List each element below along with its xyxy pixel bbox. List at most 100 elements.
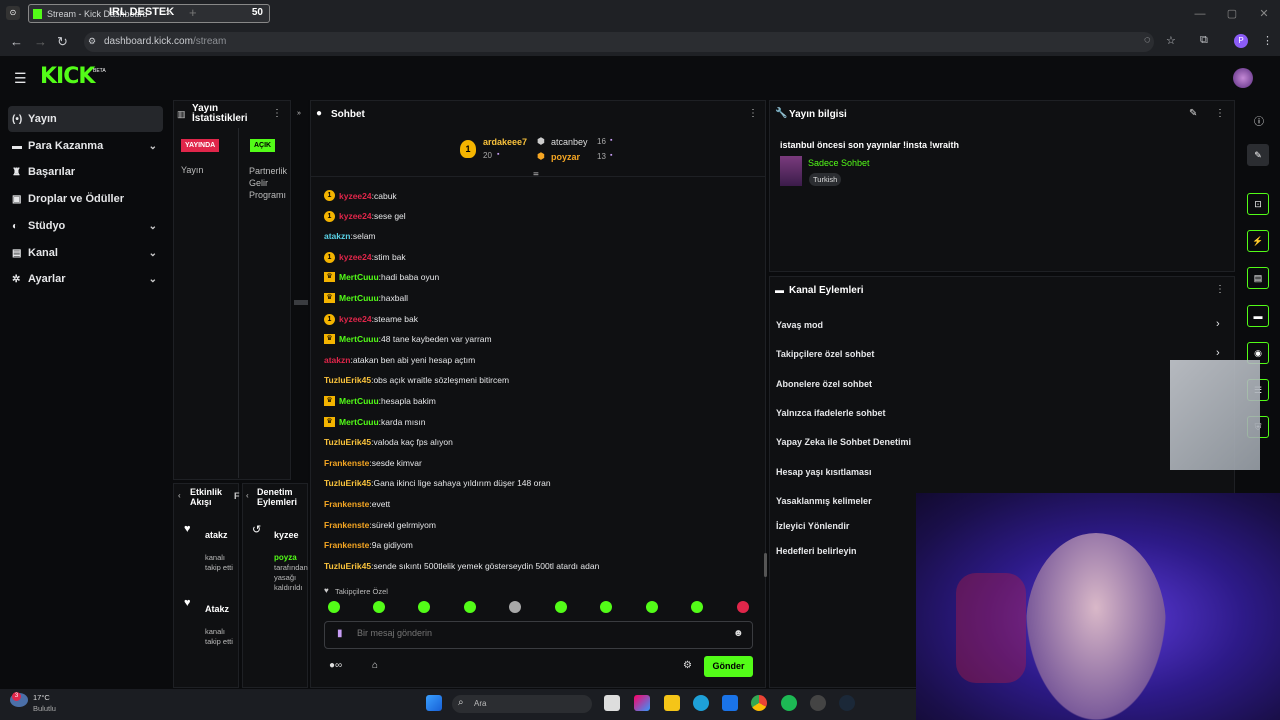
browser-tab[interactable]: Stream - Kick Dashboard IRL DESTEK × + 5… xyxy=(28,4,270,23)
edit-icon[interactable]: ✎ xyxy=(1189,108,1197,119)
chat-username[interactable]: MertCuuu xyxy=(339,334,379,344)
infinity-icon[interactable]: ●∞ xyxy=(329,660,342,671)
chat-username[interactable]: TuzluErik45 xyxy=(324,437,371,447)
user-avatar[interactable] xyxy=(1233,68,1253,88)
chat-username[interactable]: MertCuuu xyxy=(339,293,379,303)
chat-username[interactable]: MertCuuu xyxy=(339,272,379,282)
sidebar-item-studyo[interactable]: ◐ Stüdyo ⌄ xyxy=(8,213,163,239)
chat-username[interactable]: Frankenste xyxy=(324,540,369,550)
action-account-age[interactable]: Hesap yaşı kısıtlaması xyxy=(776,467,872,477)
new-tab-icon[interactable]: + xyxy=(189,5,197,20)
chat-username[interactable]: kyzee24 xyxy=(339,314,372,324)
emoji-icon[interactable]: ☻ xyxy=(733,628,744,639)
mic-icon[interactable]: ▮ xyxy=(337,628,343,639)
browser-menu-icon[interactable]: ⋮ xyxy=(1262,34,1273,47)
store-icon[interactable] xyxy=(722,695,738,711)
rail-screenshot-icon[interactable]: ⊡ xyxy=(1247,193,1269,215)
chat-menu-icon[interactable]: ⋮ xyxy=(748,108,758,119)
stream-info-menu-icon[interactable]: ⋮ xyxy=(1215,108,1225,119)
chat-username[interactable]: atakzn xyxy=(324,355,350,365)
emote-icon[interactable] xyxy=(418,601,430,613)
close-window-icon[interactable]: ✕ xyxy=(1248,0,1280,28)
chat-username[interactable]: TuzluErik45 xyxy=(324,561,371,571)
emote-icon[interactable] xyxy=(691,601,703,613)
sidebar-item-yayin[interactable]: (•) Yayın xyxy=(8,106,163,132)
info-icon[interactable]: ⓘ xyxy=(1254,113,1264,128)
chat-username[interactable]: TuzluErik45 xyxy=(324,375,371,385)
browser-profile-avatar[interactable]: P xyxy=(1234,34,1248,48)
action-set-goals[interactable]: Hedefleri belirleyin xyxy=(776,546,857,556)
channel-actions-menu-icon[interactable]: ⋮ xyxy=(1215,284,1225,295)
chat-username[interactable]: kyzee24 xyxy=(339,252,372,262)
emote-icon[interactable] xyxy=(373,601,385,613)
top-gifter-name[interactable]: poyzar xyxy=(551,152,580,162)
chat-username[interactable]: TuzluErik45 xyxy=(324,478,371,488)
minimize-icon[interactable]: — xyxy=(1184,0,1216,28)
emote-icon[interactable] xyxy=(646,601,658,613)
windows-start-icon[interactable] xyxy=(426,695,442,711)
top-gifter-name[interactable]: atcanbey xyxy=(551,137,588,147)
maximize-icon[interactable]: ▢ xyxy=(1216,0,1248,28)
sidebar-item-droplar[interactable]: ▣ Droplar ve Ödüller xyxy=(8,186,163,212)
emote-icon[interactable] xyxy=(328,601,340,613)
action-slow-mode[interactable]: Yavaş mod xyxy=(776,320,823,330)
emote-icon[interactable] xyxy=(737,601,749,613)
tab-close-icon[interactable]: × xyxy=(165,7,171,19)
back-icon[interactable]: ← xyxy=(10,34,23,49)
url-field[interactable]: dashboard.kick.com/stream xyxy=(84,32,1154,52)
send-button[interactable]: Gönder xyxy=(704,656,753,677)
collapse-icon[interactable]: » xyxy=(297,110,301,117)
chat-settings-icon[interactable]: ⚙ xyxy=(683,660,692,671)
chat-username[interactable]: Frankenste xyxy=(324,520,369,530)
taskbar-search[interactable]: ⌕ Ara xyxy=(452,695,592,713)
emote-icon[interactable] xyxy=(600,601,612,613)
rail-chat-icon[interactable]: ▬ xyxy=(1247,305,1269,327)
resize-handle[interactable] xyxy=(294,300,308,305)
reload-icon[interactable]: ↻ xyxy=(57,34,68,50)
steam-icon[interactable] xyxy=(839,695,855,711)
kick-logo[interactable]: KICK xyxy=(40,64,95,89)
rail-edit-icon[interactable]: ✎ xyxy=(1247,144,1269,166)
file-explorer-icon[interactable] xyxy=(664,695,680,711)
task-view-icon[interactable] xyxy=(604,695,620,711)
eye-off-icon[interactable]: ◌ xyxy=(1144,34,1151,46)
chat-username[interactable]: MertCuuu xyxy=(339,417,379,427)
chat-username[interactable]: kyzee24 xyxy=(339,191,372,201)
action-raid[interactable]: İzleyici Yönlendir xyxy=(776,521,849,531)
sidebar-item-para-kazanma[interactable]: ▬ Para Kazanma ⌄ xyxy=(8,133,163,159)
stats-menu-icon[interactable]: ⋮ xyxy=(272,108,282,119)
chat-scrollbar[interactable] xyxy=(764,553,767,577)
emote-icon[interactable] xyxy=(464,601,476,613)
tab-search-icon[interactable]: ⊙ xyxy=(6,6,20,20)
hamburger-menu-icon[interactable]: ☰ xyxy=(14,70,27,87)
chat-username[interactable]: Frankenste xyxy=(324,458,369,468)
action-banned-words[interactable]: Yasaklanmış kelimeler xyxy=(776,496,872,506)
action-subscribers-only[interactable]: Abonelere özel sohbet xyxy=(776,379,872,389)
sidebar-item-kanal[interactable]: ▤ Kanal ⌄ xyxy=(8,240,163,266)
chat-input[interactable] xyxy=(357,628,717,638)
top-gifter-name[interactable]: ardakeee7 xyxy=(483,137,527,147)
category-link[interactable]: Sadece Sohbet xyxy=(808,158,870,168)
rail-document-icon[interactable]: ▤ xyxy=(1247,267,1269,289)
spotify-icon[interactable] xyxy=(781,695,797,711)
sidebar-item-basarilar[interactable]: ♜ Başarılar xyxy=(8,159,163,185)
emote-icon[interactable] xyxy=(509,601,521,613)
forward-icon[interactable]: → xyxy=(34,34,47,49)
chat-username[interactable]: MertCuuu xyxy=(339,396,379,406)
edge-icon[interactable] xyxy=(693,695,709,711)
chrome-icon[interactable] xyxy=(751,695,767,711)
chevron-right-icon[interactable]: › xyxy=(1216,347,1220,359)
rail-lightning-icon[interactable]: ⚡ xyxy=(1247,230,1269,252)
sidebar-item-ayarlar[interactable]: ✲ Ayarlar ⌄ xyxy=(8,266,163,292)
emote-icon[interactable] xyxy=(555,601,567,613)
store-icon[interactable]: ⌂ xyxy=(372,660,378,671)
extensions-icon[interactable]: ⧉ xyxy=(1200,34,1208,47)
site-info-icon[interactable]: ⚙ xyxy=(88,36,96,47)
bookmark-star-icon[interactable]: ☆ xyxy=(1166,34,1176,47)
chat-input-box[interactable]: ▮ ☻ xyxy=(324,621,753,649)
obs-icon[interactable] xyxy=(810,695,826,711)
action-emote-only[interactable]: Yalnızca ifadelerle sohbet xyxy=(776,408,886,418)
action-ai-moderation[interactable]: Yapay Zeka ile Sohbet Denetimi xyxy=(776,437,911,447)
chat-username[interactable]: Frankenste xyxy=(324,499,369,509)
activity-filter-label[interactable]: F xyxy=(234,491,240,501)
